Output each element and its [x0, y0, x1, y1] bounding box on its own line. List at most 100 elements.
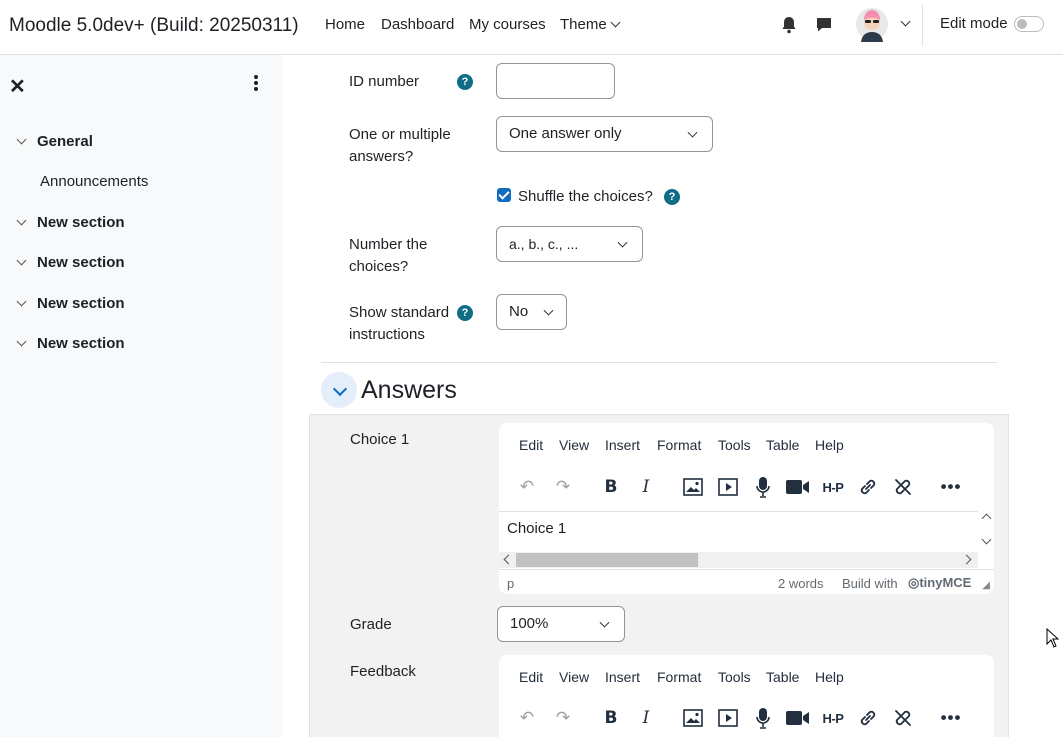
help-icon[interactable]: ?: [457, 305, 473, 321]
scroll-right-icon[interactable]: [961, 554, 972, 565]
nav-home[interactable]: Home: [325, 16, 365, 33]
sidebar-section-general[interactable]: General: [14, 133, 93, 150]
menu-edit[interactable]: Edit: [519, 669, 543, 685]
menu-tools[interactable]: Tools: [718, 669, 751, 685]
editor-menubar: Edit View Insert Format Tools Table Help: [499, 423, 994, 467]
microphone-icon[interactable]: [750, 705, 776, 731]
resize-handle-icon[interactable]: ◢: [982, 580, 990, 591]
vertical-scrollbar[interactable]: [978, 511, 994, 551]
italic-icon[interactable]: I: [633, 474, 659, 500]
h5p-icon[interactable]: H-P: [820, 474, 846, 500]
user-menu-chevron-icon[interactable]: [900, 16, 911, 27]
grade-label: Grade: [350, 616, 392, 633]
menu-edit[interactable]: Edit: [519, 437, 543, 453]
site-name[interactable]: Moodle 5.0dev+ (Build: 20250311): [9, 15, 299, 37]
section-label: New section: [37, 295, 125, 312]
menu-insert[interactable]: Insert: [605, 669, 640, 685]
section-divider: [321, 362, 997, 363]
nav-my-courses[interactable]: My courses: [469, 16, 546, 33]
menu-help[interactable]: Help: [815, 669, 844, 685]
top-navbar: Moodle 5.0dev+ (Build: 20250311) Home Da…: [0, 0, 1063, 55]
help-icon[interactable]: ?: [457, 74, 473, 90]
scroll-down-icon[interactable]: [981, 534, 992, 545]
microphone-icon[interactable]: [750, 474, 776, 500]
tinymce-logo[interactable]: ◎tinyMCE: [908, 575, 971, 591]
sidebar-section-new-3[interactable]: New section: [14, 295, 125, 312]
scrollbar-thumb[interactable]: [516, 553, 698, 567]
redo-icon[interactable]: ↷: [550, 474, 576, 500]
sidebar-section-new-2[interactable]: New section: [14, 254, 125, 271]
select-value: 100%: [510, 615, 549, 632]
scroll-left-icon[interactable]: [503, 554, 514, 565]
undo-icon[interactable]: ↶: [514, 474, 540, 500]
menu-format[interactable]: Format: [657, 669, 701, 685]
element-path[interactable]: p: [507, 576, 514, 591]
menu-tools[interactable]: Tools: [718, 437, 751, 453]
media-icon[interactable]: [715, 705, 741, 731]
more-options-icon[interactable]: [249, 75, 263, 93]
bold-icon[interactable]: B: [598, 474, 624, 500]
video-camera-icon[interactable]: [785, 474, 811, 500]
undo-icon[interactable]: ↶: [514, 705, 540, 731]
sidebar-section-new-4[interactable]: New section: [14, 335, 125, 352]
shuffle-checkbox[interactable]: [497, 188, 511, 202]
number-choices-select[interactable]: a., b., c., ...: [496, 226, 643, 262]
navbar-divider: [922, 4, 923, 46]
multiple-answers-select[interactable]: One answer only: [496, 116, 713, 152]
menu-format[interactable]: Format: [657, 437, 701, 453]
chevron-down-icon: [543, 305, 554, 316]
italic-icon[interactable]: I: [633, 705, 659, 731]
bell-icon[interactable]: [779, 15, 799, 35]
more-icon[interactable]: •••: [938, 474, 964, 500]
answers-heading: Answers: [361, 376, 457, 404]
label-line: answers?: [349, 148, 414, 165]
nav-dashboard[interactable]: Dashboard: [381, 16, 454, 33]
editor-menubar: Edit View Insert Format Tools Table Help: [499, 655, 994, 699]
answers-collapse-toggle[interactable]: [321, 372, 357, 408]
menu-view[interactable]: View: [559, 669, 589, 685]
shuffle-label: Shuffle the choices?: [518, 188, 653, 205]
edit-mode-toggle[interactable]: [1014, 16, 1044, 32]
close-icon[interactable]: ✕: [9, 74, 26, 99]
menu-table[interactable]: Table: [766, 669, 799, 685]
id-number-input[interactable]: [496, 63, 615, 99]
scroll-up-icon[interactable]: [981, 513, 992, 524]
tinymce-logo-text: tinyMCE: [919, 575, 972, 590]
message-icon[interactable]: [814, 15, 834, 35]
redo-icon[interactable]: ↷: [550, 705, 576, 731]
word-count: 2 words: [778, 576, 824, 591]
link-icon[interactable]: [855, 705, 881, 731]
bold-icon[interactable]: B: [598, 705, 624, 731]
h5p-icon[interactable]: H-P: [820, 705, 846, 731]
unlink-icon[interactable]: [890, 705, 916, 731]
image-icon[interactable]: [680, 705, 706, 731]
image-icon[interactable]: [680, 474, 706, 500]
nav-theme[interactable]: Theme: [560, 16, 621, 33]
label-line: Show standard: [349, 304, 450, 321]
show-instructions-select[interactable]: No: [496, 294, 567, 330]
horizontal-scrollbar[interactable]: [499, 552, 978, 568]
chevron-down-icon: [687, 127, 698, 138]
menu-help[interactable]: Help: [815, 437, 844, 453]
feedback-editor: Edit View Insert Format Tools Table Help…: [499, 655, 994, 737]
video-camera-icon[interactable]: [785, 705, 811, 731]
section-label: New section: [37, 254, 125, 271]
sidebar-item-announcements[interactable]: Announcements: [40, 173, 148, 190]
feedback-label: Feedback: [350, 663, 416, 680]
menu-insert[interactable]: Insert: [605, 437, 640, 453]
label-line: One or multiple: [349, 126, 451, 143]
help-icon[interactable]: ?: [664, 189, 680, 205]
choice-editor-content[interactable]: Choice 1: [499, 511, 978, 551]
link-icon[interactable]: [855, 474, 881, 500]
unlink-icon[interactable]: [890, 474, 916, 500]
sidebar-section-new-1[interactable]: New section: [14, 214, 125, 231]
avatar[interactable]: [856, 6, 888, 42]
menu-table[interactable]: Table: [766, 437, 799, 453]
more-icon[interactable]: •••: [938, 705, 964, 731]
grade-select[interactable]: 100%: [497, 606, 625, 642]
menu-view[interactable]: View: [559, 437, 589, 453]
number-choices-label: Number the choices?: [349, 234, 427, 278]
media-icon[interactable]: [715, 474, 741, 500]
select-value: a., b., c., ...: [509, 236, 579, 252]
section-label: General: [37, 133, 93, 150]
